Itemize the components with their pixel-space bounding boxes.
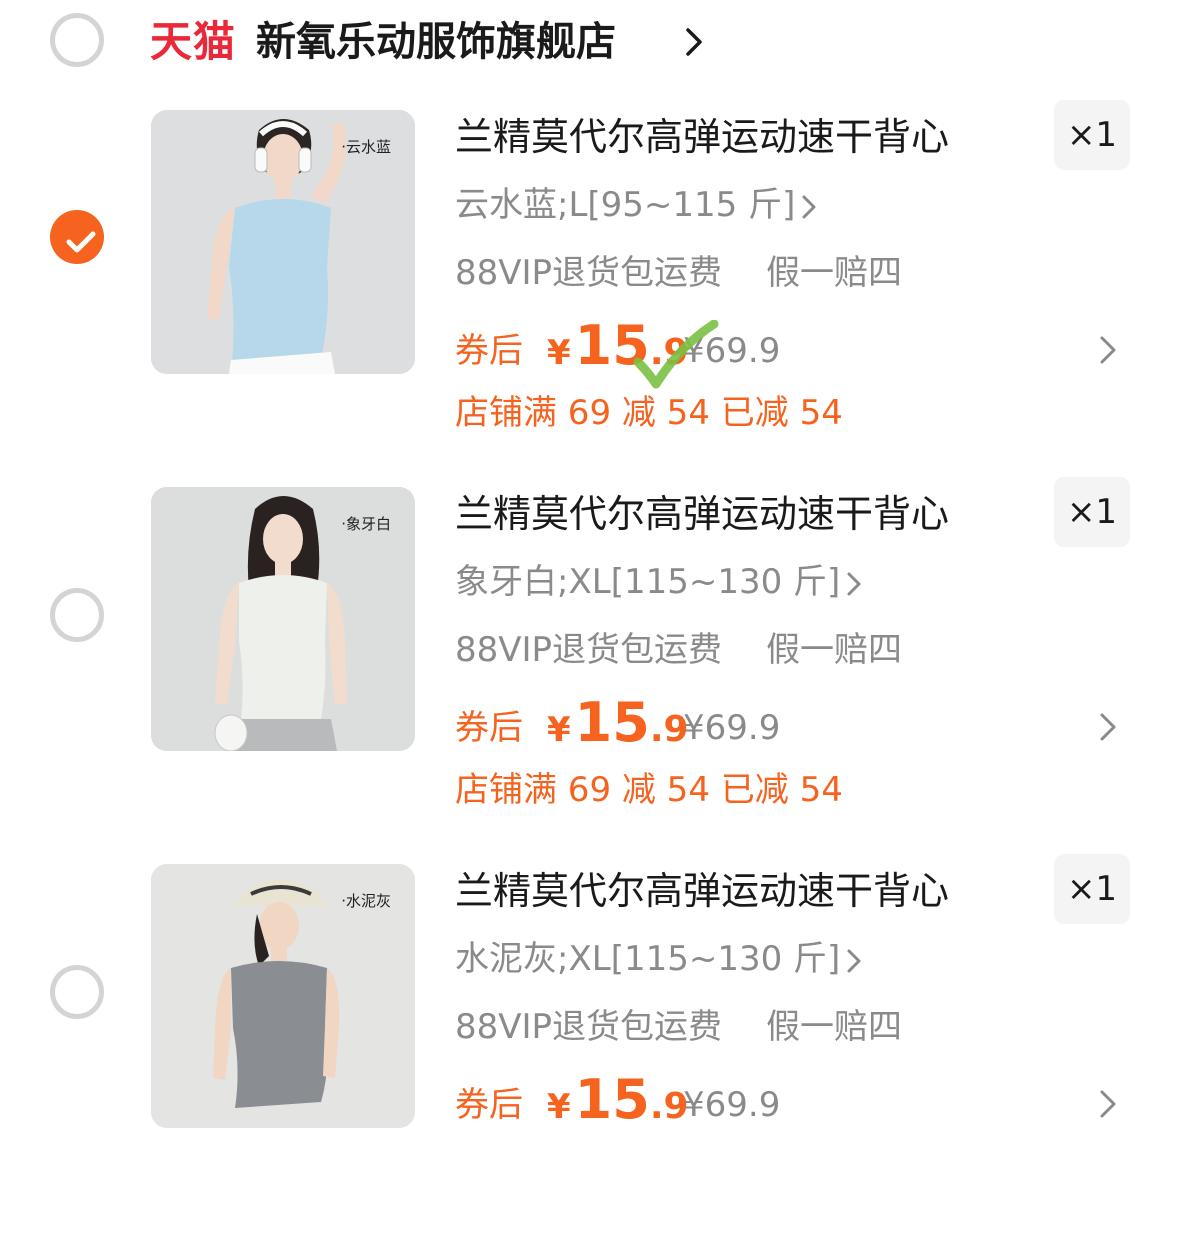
chevron-right-icon[interactable] [1098,1088,1118,1120]
item-select-radio[interactable] [50,210,104,264]
sku-selector[interactable]: 象牙白;XL[115~130 斤] [455,559,862,605]
cart-item: ·水泥灰 兰精莫代尔高弹运动速干背心 水泥灰;XL[115~130 斤] 88V… [0,854,1179,1241]
handdrawn-check-icon [633,320,719,389]
check-icon [66,231,96,253]
thumb-color-label: ·云水蓝 [341,138,391,156]
thumb-color-label: ·象牙白 [341,515,391,533]
chevron-right-icon[interactable] [1098,334,1118,366]
product-image[interactable]: ·象牙白 [151,487,415,751]
product-title[interactable]: 兰精莫代尔高弹运动速干背心 [455,489,949,539]
coupon-label: 券后 [455,1085,523,1125]
quantity-button[interactable]: ×1 [1054,477,1130,547]
product-title[interactable]: 兰精莫代尔高弹运动速干背心 [455,112,949,162]
final-price: ¥15.9 [547,1068,689,1131]
service-tag-authentic: 假一赔四 [766,630,903,670]
sku-selector[interactable]: 云水蓝;L[95~115 斤] [455,182,817,228]
service-tag-return: 88VIP退货包运费 [455,1007,723,1047]
item-select-radio[interactable] [50,965,104,1019]
cart-item: ·象牙白 兰精莫代尔高弹运动速干背心 象牙白;XL[115~130 斤] 88V… [0,477,1179,864]
product-title[interactable]: 兰精莫代尔高弹运动速干背心 [455,866,949,916]
sku-text: 水泥灰;XL[115~130 斤] [455,939,841,979]
coupon-label: 券后 [455,331,523,371]
shop-name-link[interactable]: 新氧乐动服饰旗舰店 [256,14,616,70]
final-price: ¥15.9 [547,691,689,754]
quantity-button[interactable]: ×1 [1054,100,1130,170]
sku-text: 象牙白;XL[115~130 斤] [455,562,841,602]
product-image[interactable]: ·水泥灰 [151,864,415,1128]
chevron-right-icon [847,572,861,595]
sku-selector[interactable]: 水泥灰;XL[115~130 斤] [455,936,862,982]
chevron-right-icon[interactable] [684,26,704,58]
service-tag-return: 88VIP退货包运费 [455,253,723,293]
cart-item: ·云水蓝 兰精莫代尔高弹运动速干背心 云水蓝;L[95~115 斤] 88VIP… [0,100,1179,487]
chevron-right-icon [847,949,861,972]
shop-discount: 店铺满 69 减 54 已减 54 [455,393,843,433]
product-image[interactable]: ·云水蓝 [151,110,415,374]
service-tag-authentic: 假一赔四 [766,1007,903,1047]
service-tags: 88VIP退货包运费 假一赔四 [455,250,902,296]
chevron-right-icon [802,195,816,218]
service-tag-return: 88VIP退货包运费 [455,630,723,670]
item-select-radio[interactable] [50,588,104,642]
original-price: ¥69.9 [683,708,781,748]
service-tag-authentic: 假一赔四 [766,253,903,293]
service-tags: 88VIP退货包运费 假一赔四 [455,627,902,673]
service-tags: 88VIP退货包运费 假一赔四 [455,1004,902,1050]
tmall-logo: 天猫 [150,17,237,66]
chevron-right-icon[interactable] [1098,711,1118,743]
quantity-button[interactable]: ×1 [1054,854,1130,924]
shop-select-radio[interactable] [50,13,104,67]
original-price: ¥69.9 [683,1085,781,1125]
thumb-color-label: ·水泥灰 [341,892,391,910]
shop-header: 天猫 新氧乐动服饰旗舰店 [0,0,1179,90]
sku-text: 云水蓝;L[95~115 斤] [455,185,796,225]
shop-discount: 店铺满 69 减 54 已减 54 [455,770,843,810]
coupon-label: 券后 [455,708,523,748]
